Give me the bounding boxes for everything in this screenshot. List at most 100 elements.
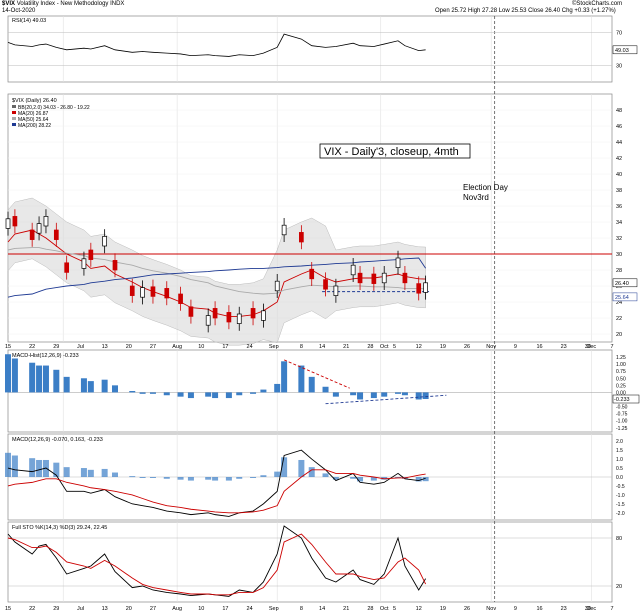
x-tick-label-top: Sep (269, 344, 279, 350)
macd-hist-bar (139, 477, 146, 478)
candle-body (53, 229, 59, 240)
macd-tick-label: -0.5 (616, 484, 625, 490)
candle-body (140, 287, 145, 298)
ma-legend-item: MA(200) 28.22 (18, 123, 51, 129)
price-tick-label: 36 (616, 204, 622, 210)
macd-hist-bar (129, 476, 136, 478)
candle-body (205, 315, 211, 326)
x-tick-label-top: 16 (536, 344, 542, 350)
rsi-level-label: 70 (616, 31, 622, 37)
x-tick-label-bottom: Aug (172, 606, 182, 612)
x-tick-label-bottom: Jul (77, 606, 84, 612)
macd-hist-bar (350, 477, 357, 479)
hist-bar (308, 376, 315, 393)
hist-legend: MACD-Hist(12,26,9) -0.233 (12, 353, 79, 359)
macd-hist-bar (322, 473, 329, 477)
hist-bar (281, 361, 288, 393)
macd-hist-bar (80, 468, 87, 477)
macd-tick-label: 2.0 (616, 439, 623, 445)
x-tick-label-top: 29 (53, 344, 59, 350)
x-tick-label-top: 12 (416, 344, 422, 350)
annotation-title: VIX - Daily'3, closeup, 4mth (324, 146, 459, 158)
hist-bar (395, 392, 402, 394)
ma-legend-swatch (12, 117, 16, 120)
x-tick-label-bottom: 13 (102, 606, 108, 612)
ma50-badge: 25.64 (615, 295, 629, 301)
price-legend: $VIX (Daily) 26.40 (12, 98, 57, 104)
x-tick-label-top: Dec (586, 344, 596, 350)
x-tick-label-bottom: Nov (486, 606, 496, 612)
candle-body (5, 218, 11, 229)
hist-tick-label: 1.25 (616, 355, 626, 361)
x-tick-label-top: 17 (222, 344, 228, 350)
macd-tick-label: -2.0 (616, 511, 625, 517)
election-date-label: Nov3rd (463, 193, 489, 202)
macd-hist-bar (260, 475, 267, 477)
price-tick-label: 38 (616, 188, 622, 194)
rsi-legend: RSI(14) 49.03 (12, 18, 46, 24)
x-tick-label-top: 19 (440, 344, 446, 350)
candle-body (323, 279, 328, 290)
x-tick-label-bottom: 24 (247, 606, 253, 612)
macd-hist-bar (308, 467, 315, 477)
hist-bar (357, 392, 364, 400)
x-tick-label-top: 21 (343, 344, 349, 350)
macd-hist-bar (236, 477, 243, 479)
macd-legend: MACD(12,26,9) -0.070, 0.163, -0.233 (12, 437, 103, 443)
macd-tick-label: 1.5 (616, 448, 623, 454)
x-tick-label-top: 23 (561, 344, 567, 350)
hist-bar (370, 392, 377, 399)
hist-bar (401, 392, 408, 396)
hist-bar (177, 392, 184, 397)
hist-bar (298, 365, 305, 393)
price-tick-label: 32 (616, 236, 622, 242)
hist-bar (381, 392, 388, 397)
hist-bar (163, 392, 170, 396)
x-tick-label-bottom: 28 (367, 606, 373, 612)
hist-bar (101, 379, 108, 393)
x-tick-label-top: Aug (172, 344, 182, 350)
x-tick-label-top: 22 (29, 344, 35, 350)
hist-bar (42, 365, 49, 393)
sto-level-label: 20 (616, 584, 622, 590)
candle-body (236, 313, 242, 324)
price-badge: 26.40 (615, 281, 629, 287)
macd-tick-label: 0.0 (616, 475, 623, 481)
hist-bar (250, 392, 257, 394)
macd-hist-bar (250, 477, 257, 478)
macd-hist-bar (29, 458, 36, 477)
candle-body (309, 268, 315, 280)
hist-bar (11, 358, 18, 393)
candle-body (402, 272, 408, 284)
x-tick-label-bottom: 23 (561, 606, 567, 612)
x-tick-label-top: 8 (300, 344, 303, 350)
macd-hist-bar (5, 452, 11, 477)
hist-bar (63, 376, 70, 393)
hist-tick-label: -0.50 (616, 405, 628, 411)
candle-body (88, 249, 94, 260)
candle-body (29, 229, 35, 240)
x-tick-label-bottom: 14 (319, 606, 325, 612)
candle-body (423, 282, 428, 293)
hist-bar (205, 392, 212, 397)
macd-tick-label: 1.0 (616, 457, 623, 463)
x-tick-label-bottom: 17 (222, 606, 228, 612)
price-tick-label: 44 (616, 140, 622, 146)
macd-hist-bar (87, 469, 94, 477)
candle-body (281, 224, 287, 236)
x-tick-label-bottom: 16 (536, 606, 542, 612)
macd-hist-bar (187, 477, 194, 481)
x-tick-label-bottom: 22 (29, 606, 35, 612)
candle-body (36, 223, 42, 234)
hist-tick-label: -1.00 (616, 419, 628, 425)
hist-badge: -0.233 (614, 397, 630, 403)
hist-bar (111, 385, 118, 393)
ma-legend-swatch (12, 123, 16, 126)
hist-bar (415, 392, 422, 400)
macd-tick-label: -1.5 (616, 502, 625, 508)
chart-canvas: 70 30 RSI(14) 49.03 49.03 48 46 44 42 40 38 36 34 32… (5, 15, 640, 612)
hist-bar (187, 392, 194, 399)
hist-tick-label: 0.25 (616, 383, 626, 389)
hist-bar (36, 365, 43, 393)
hist-tick-label: -1.25 (616, 426, 628, 432)
